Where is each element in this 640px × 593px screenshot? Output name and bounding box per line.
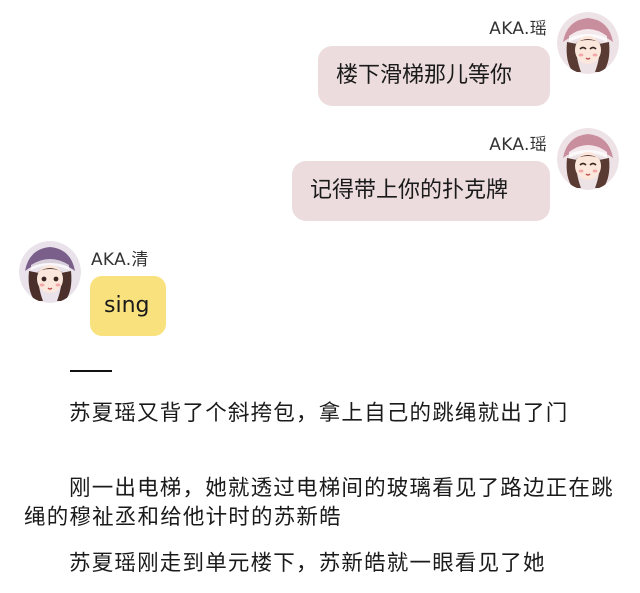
sender-name: AKA.瑶 [489, 19, 547, 39]
avatar-icon[interactable] [557, 12, 619, 74]
story-paragraph: 刚一出电梯，她就透过电梯间的玻璃看见了路边正在跳绳的穆祉丞和给他计时的苏新皓 [24, 476, 614, 530]
avatar-icon[interactable] [557, 128, 619, 190]
sender-name: AKA.清 [91, 250, 149, 270]
message-bubble[interactable]: sing [90, 276, 166, 336]
separator-line [70, 370, 112, 372]
message-bubble[interactable]: 记得带上你的扑克牌 [292, 161, 550, 221]
sender-name: AKA.瑶 [489, 135, 547, 155]
story-paragraph: 苏夏瑶刚走到单元楼下，苏新皓就一眼看见了她 [69, 551, 546, 576]
avatar-icon[interactable] [19, 241, 81, 303]
story-paragraph: 苏夏瑶又背了个斜挎包，拿上自己的跳绳就出了门 [69, 401, 569, 426]
message-bubble[interactable]: 楼下滑梯那儿等你 [318, 46, 550, 106]
